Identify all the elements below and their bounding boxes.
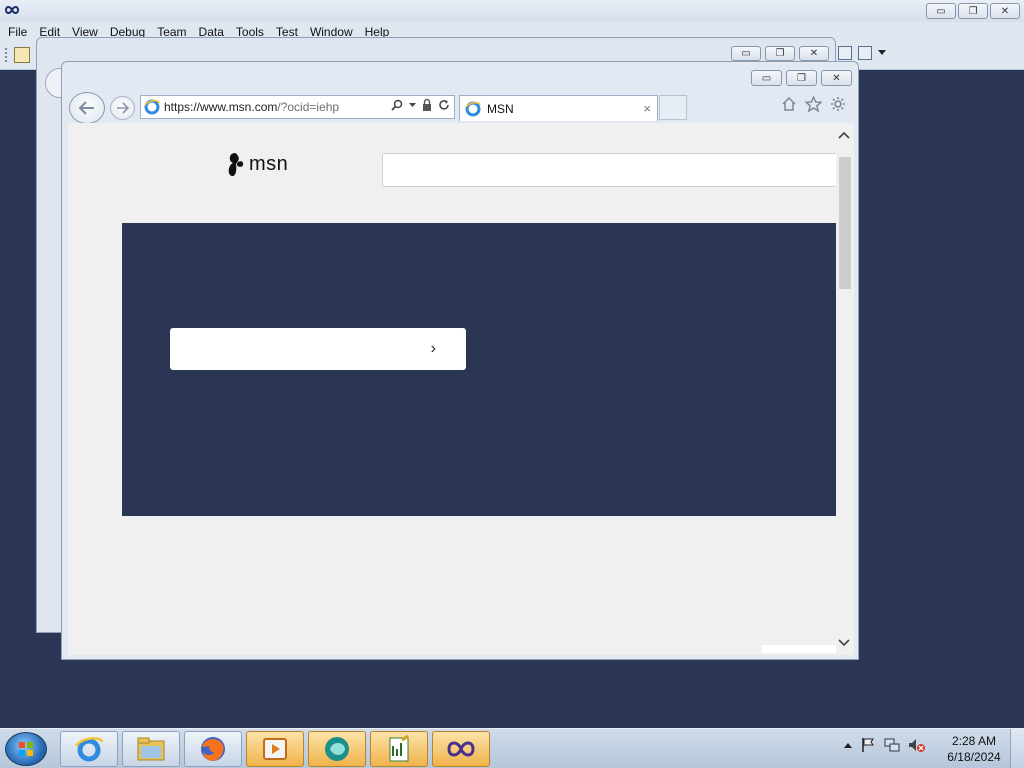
scroll-up-icon[interactable]: [838, 131, 850, 139]
firefox-icon: [201, 737, 225, 761]
forward-button[interactable]: [110, 96, 135, 120]
media-player-icon: [263, 738, 287, 760]
vs-restore-button[interactable]: ❐: [958, 3, 988, 19]
show-desktop-button[interactable]: [1010, 729, 1024, 768]
tab-msn[interactable]: MSN ×: [459, 95, 658, 121]
bottom-card-edge: [762, 645, 836, 653]
butterfly-icon: [228, 153, 244, 177]
vs-titlebar: ▭ ❐ ✕: [0, 0, 1024, 22]
chevron-right-icon: ›: [430, 340, 436, 357]
new-tab-button[interactable]: [659, 95, 687, 120]
back-button[interactable]: [69, 92, 105, 124]
clock-time: 2:28 AM: [951, 734, 997, 748]
tab-close-button[interactable]: ×: [643, 101, 651, 116]
search-input[interactable]: [382, 153, 838, 187]
url-text: https://www.msn.com/?ocid=iehp: [164, 100, 339, 114]
windows-logo-icon: [19, 742, 33, 756]
scroll-thumb[interactable]: [839, 157, 851, 289]
taskbar-media-player[interactable]: [246, 731, 304, 767]
msn-wordmark: msn: [249, 152, 289, 175]
vs-minimize-button[interactable]: ▭: [926, 3, 956, 19]
url-host: https://www.msn.com: [164, 100, 278, 114]
browser-restore-button[interactable]: ❐: [786, 70, 817, 86]
volume-muted-icon[interactable]: [908, 737, 926, 753]
browser-right-icons: [781, 96, 846, 112]
browser-window: ▭ ❐ ✕ https://www.msn.com/?ocid=iehp MSN…: [61, 61, 859, 660]
page-viewport: msn ›: [68, 123, 854, 655]
arrow-left-icon: [78, 101, 94, 115]
toolbar-grip[interactable]: [5, 48, 8, 62]
internet-explorer-icon: [75, 737, 104, 762]
search-icon[interactable]: [391, 99, 403, 111]
toolbar-document-icon[interactable]: [14, 47, 30, 63]
home-icon[interactable]: [781, 96, 797, 112]
network-icon[interactable]: [884, 737, 900, 753]
folder-icon: [137, 737, 165, 761]
flag-icon[interactable]: [860, 737, 876, 753]
browser-close-button[interactable]: ✕: [821, 70, 852, 86]
msn-logo[interactable]: msn: [226, 151, 288, 177]
address-tools: [391, 99, 450, 111]
lock-icon[interactable]: [422, 99, 432, 111]
taskbar-firefox[interactable]: [184, 731, 242, 767]
tab-title: MSN: [487, 101, 514, 116]
system-tray: [844, 737, 926, 753]
back-window-minimize-button[interactable]: ▭: [731, 46, 761, 61]
ie-tab-icon: [465, 101, 481, 116]
menu-file[interactable]: File: [4, 22, 35, 42]
scroll-down-icon[interactable]: [838, 639, 850, 647]
back-window-close-button[interactable]: ✕: [799, 46, 829, 61]
arrow-right-icon: [116, 102, 129, 114]
clock-date: 6/18/2024: [947, 750, 1001, 764]
circle-app-icon: [325, 737, 349, 761]
hero-banner: ›: [122, 223, 836, 516]
system-clock[interactable]: 2:28 AM 6/18/2024: [944, 733, 1004, 765]
toolbar-window-icon[interactable]: [858, 46, 872, 60]
star-icon[interactable]: [805, 96, 822, 112]
taskbar-internet-explorer[interactable]: [60, 731, 118, 767]
toolbar-dropdown-icon[interactable]: [878, 50, 886, 56]
back-window-restore-button[interactable]: ❐: [765, 46, 795, 61]
vertical-scrollbar[interactable]: [836, 123, 854, 655]
start-button[interactable]: [5, 732, 47, 766]
toolbar-right-group: [838, 46, 886, 60]
address-bar[interactable]: https://www.msn.com/?ocid=iehp: [140, 95, 455, 119]
browser-minimize-button[interactable]: ▭: [751, 70, 782, 86]
gear-icon[interactable]: [830, 96, 846, 112]
taskbar: 2:28 AM 6/18/2024: [0, 728, 1024, 768]
ie-page-icon: [144, 99, 160, 115]
chart-document-icon: [389, 734, 409, 762]
tray-expand-icon[interactable]: [844, 742, 852, 748]
taskbar-visual-studio[interactable]: [432, 731, 490, 767]
url-path: /?ocid=iehp: [277, 100, 340, 114]
browser-navbar: https://www.msn.com/?ocid=iehp MSN ×: [68, 92, 852, 124]
taskbar-file-explorer[interactable]: [122, 731, 180, 767]
visual-studio-logo-icon: [4, 6, 20, 14]
taskbar-notepad-chart[interactable]: [370, 731, 428, 767]
vs-close-button[interactable]: ✕: [990, 3, 1020, 19]
hero-cta-button[interactable]: ›: [170, 328, 466, 370]
refresh-icon[interactable]: [438, 99, 450, 111]
toolbar-grid-icon[interactable]: [838, 46, 852, 60]
taskbar-app-circle[interactable]: [308, 731, 366, 767]
visual-studio-icon: [447, 741, 475, 757]
chevron-down-icon[interactable]: [409, 102, 416, 108]
